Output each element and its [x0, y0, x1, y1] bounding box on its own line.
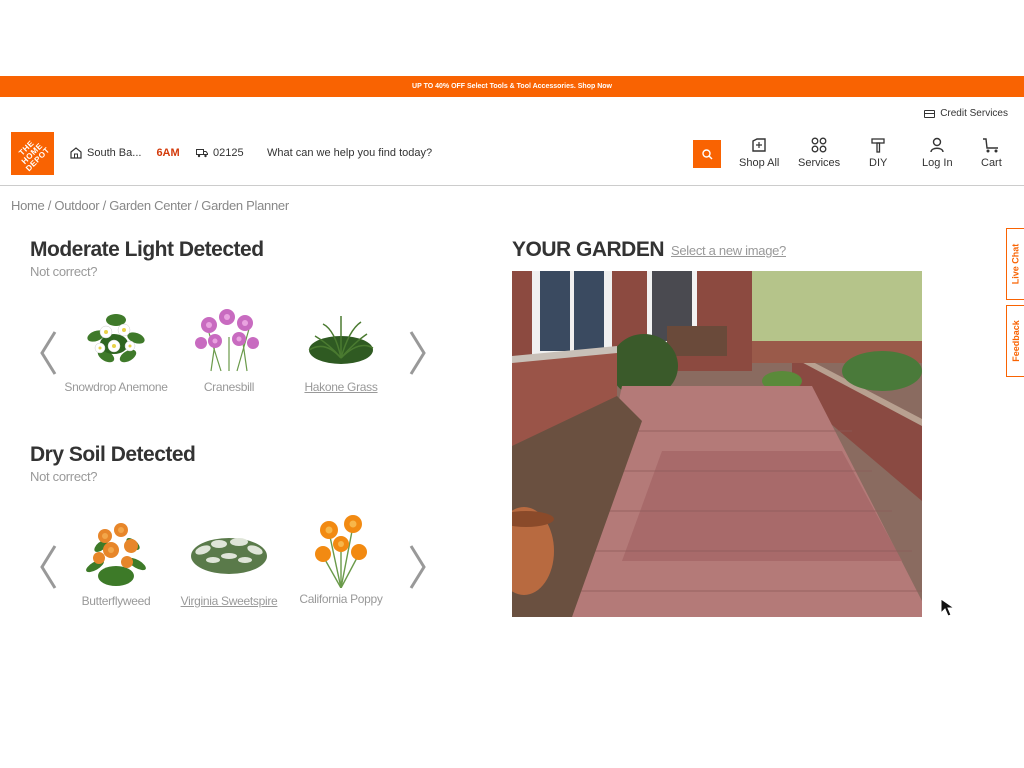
pink-flower-icon: [174, 302, 284, 374]
live-chat-tab[interactable]: Live Chat: [1006, 228, 1024, 300]
your-garden-title: YOUR GARDEN: [512, 238, 665, 261]
search-input[interactable]: What can we help you find today?: [267, 147, 432, 159]
orange-flower-icon: [61, 516, 171, 588]
user-icon: [928, 136, 946, 154]
breadcrumb-garden-planner: Garden Planner: [201, 198, 289, 213]
truck-icon: [196, 149, 208, 158]
credit-services-label: Credit Services: [940, 108, 1008, 119]
plant-name: Snowdrop Anemone: [64, 380, 168, 394]
plant-name: California Poppy: [299, 592, 383, 606]
store-name: South Ba...: [87, 147, 142, 159]
delivery-zip[interactable]: 02125: [196, 147, 244, 159]
services-icon: [810, 136, 828, 154]
plant-card-butterflyweed[interactable]: Butterflyweed: [61, 516, 171, 608]
cart-icon: [982, 136, 1000, 154]
shop-all-label: Shop All: [739, 157, 780, 169]
light-prev-arrow-icon[interactable]: [38, 330, 58, 376]
soil-section-title: Dry Soil Detected: [30, 443, 196, 466]
zip-code: 02125: [213, 147, 244, 159]
hammer-icon: [869, 136, 887, 154]
plant-name: Butterflyweed: [81, 594, 151, 608]
search-icon: [701, 148, 712, 159]
nav-shop-all[interactable]: Shop All: [739, 136, 779, 169]
white-flower-icon: [61, 302, 171, 374]
search-button[interactable]: [693, 140, 721, 168]
plant-card-virginia-sweetspire[interactable]: Virginia Sweetspire: [174, 516, 284, 608]
cart-label: Cart: [981, 157, 1002, 169]
feedback-label: Feedback: [1010, 320, 1021, 362]
diy-label: DIY: [869, 157, 888, 169]
light-not-correct-link[interactable]: Not correct?: [30, 264, 98, 279]
nav-cart[interactable]: Cart: [981, 136, 1002, 169]
services-label: Services: [798, 157, 841, 169]
light-section-title: Moderate Light Detected: [30, 238, 264, 261]
shop-all-icon: [750, 136, 768, 154]
soil-next-arrow-icon[interactable]: [408, 544, 428, 590]
home-depot-logo[interactable]: THE HOME DEPOT: [11, 132, 54, 175]
log-in-label: Log In: [922, 157, 953, 169]
promo-banner[interactable]: UP TO 40% OFF Select Tools & Tool Access…: [0, 76, 1024, 97]
logo-text: THE HOME DEPOT: [17, 138, 52, 173]
garden-photo: [512, 271, 922, 617]
nav-diy[interactable]: DIY: [869, 136, 887, 169]
soil-not-correct-link[interactable]: Not correct?: [30, 469, 98, 484]
plant-card-california-poppy[interactable]: California Poppy: [286, 514, 396, 606]
light-next-arrow-icon[interactable]: [408, 330, 428, 376]
plant-name: Cranesbill: [203, 380, 255, 394]
shrub-icon: [174, 516, 284, 588]
live-chat-label: Live Chat: [1010, 243, 1021, 285]
store-hours: 6AM: [156, 147, 180, 159]
breadcrumb: Home / Outdoor / Garden Center / Garden …: [11, 198, 289, 213]
plant-name: Virginia Sweetspire: [180, 594, 278, 608]
soil-prev-arrow-icon[interactable]: [38, 544, 58, 590]
plant-card-cranesbill[interactable]: Cranesbill: [174, 302, 284, 394]
nav-log-in[interactable]: Log In: [922, 136, 953, 169]
plant-card-snowdrop-anemone[interactable]: Snowdrop Anemone: [61, 302, 171, 394]
breadcrumb-outdoor[interactable]: Outdoor: [54, 198, 99, 213]
select-new-image-link[interactable]: Select a new image?: [671, 243, 786, 258]
feedback-tab[interactable]: Feedback: [1006, 305, 1024, 377]
credit-services-link[interactable]: Credit Services: [924, 108, 1008, 119]
site-header: THE HOME DEPOT South Ba... 6AM 02125 Wha…: [0, 130, 1024, 186]
plant-name: Hakone Grass: [304, 380, 378, 394]
breadcrumb-home[interactable]: Home: [11, 198, 45, 213]
mouse-cursor-icon: [940, 598, 956, 617]
plant-card-hakone-grass[interactable]: Hakone Grass: [286, 302, 396, 394]
store-icon: [70, 147, 82, 159]
grass-icon: [286, 302, 396, 374]
breadcrumb-garden-center[interactable]: Garden Center: [109, 198, 191, 213]
store-selector[interactable]: South Ba... 6AM: [70, 147, 180, 159]
poppy-icon: [286, 514, 396, 588]
credit-card-icon: [924, 109, 936, 118]
nav-services[interactable]: Services: [798, 136, 840, 169]
